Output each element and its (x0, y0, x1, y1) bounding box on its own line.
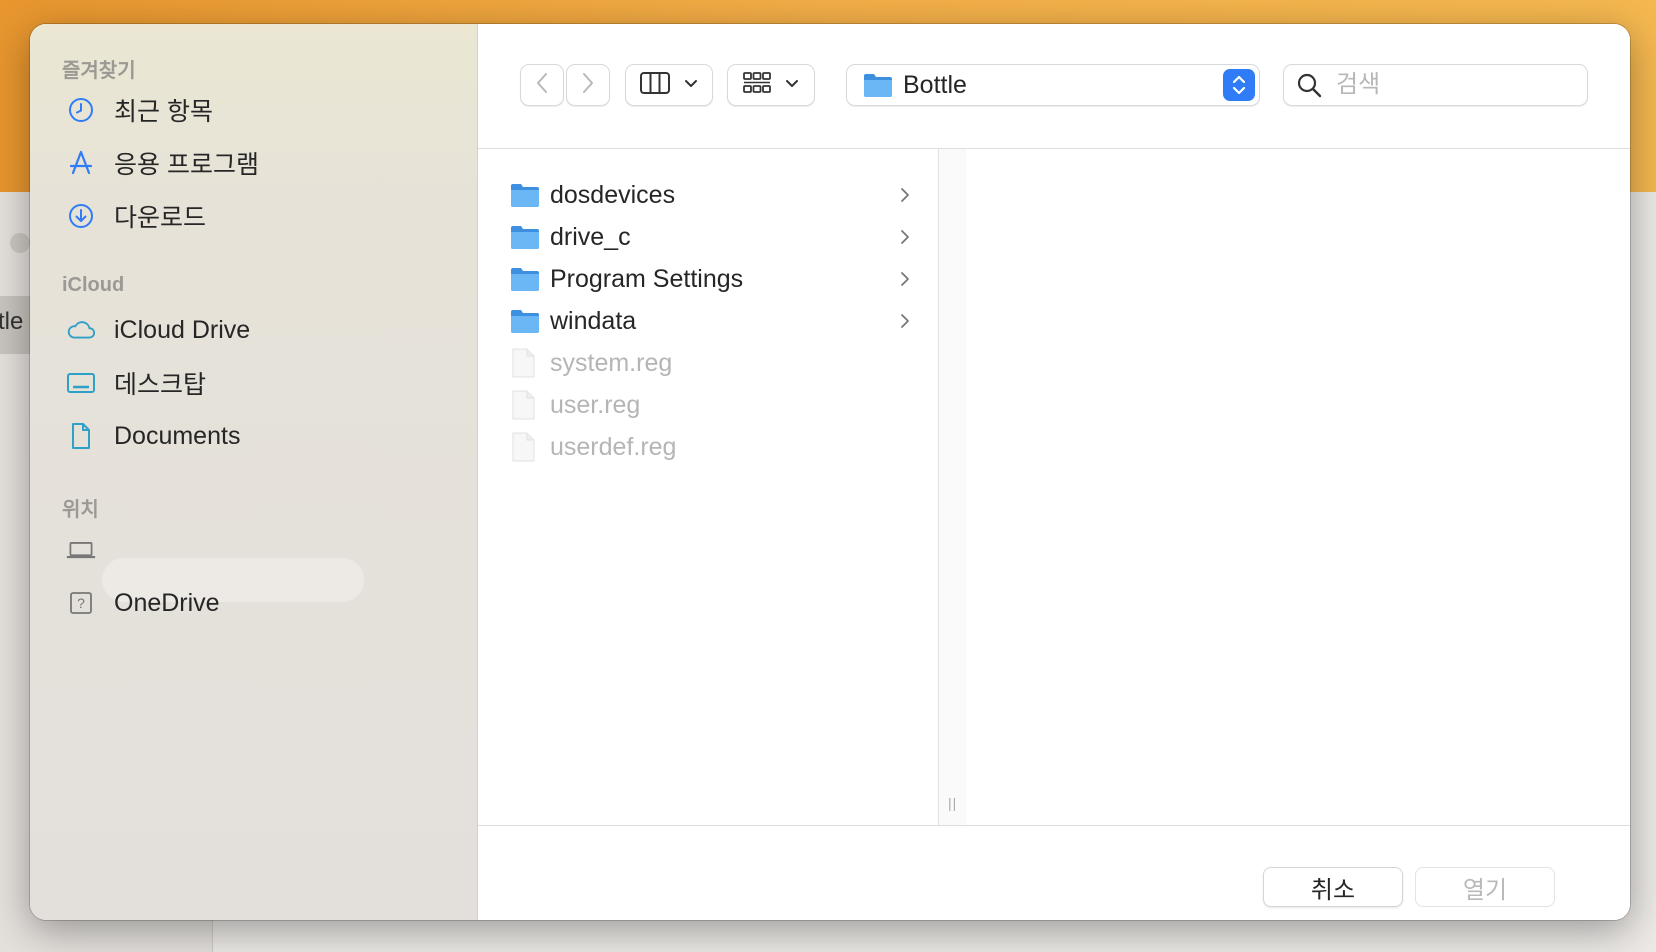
list-item: userdef.reg (510, 427, 910, 467)
search-icon (1296, 72, 1322, 98)
chevron-right-icon (900, 217, 910, 257)
cloud-icon (66, 315, 96, 345)
toolbar: Bottle (478, 24, 1630, 149)
item-name: drive_c (550, 222, 631, 251)
laptop-icon (66, 535, 96, 565)
list-item: user.reg (510, 385, 910, 425)
open-file-dialog: 즐겨찾기 최근 항목 응용 프로그램 다운로드 iCloud iCloud Dr… (30, 24, 1630, 920)
folder-icon (510, 222, 542, 252)
clock-icon (66, 95, 96, 125)
folder-icon (863, 72, 893, 98)
chevron-down-icon (684, 76, 698, 94)
desktop-icon (66, 368, 96, 398)
item-name: windata (550, 306, 637, 335)
chevron-down-icon (785, 76, 799, 94)
section-favorites-title: 즐겨찾기 (62, 60, 136, 82)
item-name: Program Settings (550, 264, 744, 293)
sidebar-item-computer[interactable] (66, 530, 114, 570)
sidebar-item-onedrive[interactable]: ? OneDrive (66, 583, 220, 623)
file-icon (510, 348, 542, 378)
list-item[interactable]: drive_c (510, 217, 910, 257)
location-label: Bottle (903, 70, 967, 99)
sidebar-item-label: 다운로드 (114, 204, 207, 232)
item-name: dosdevices (550, 180, 676, 209)
sidebar-item-recents[interactable]: 최근 항목 (66, 90, 213, 130)
folder-icon (510, 306, 542, 336)
forward-button[interactable] (566, 64, 610, 106)
background-window-control (10, 233, 30, 253)
sidebar-item-documents[interactable]: Documents (66, 416, 240, 456)
file-browser: Bottle dosdevices drive_c (478, 24, 1630, 920)
sidebar-item-applications[interactable]: 응용 프로그램 (66, 143, 259, 183)
location-popup[interactable]: Bottle (846, 64, 1260, 106)
grid-group-icon (743, 71, 771, 100)
resize-grip-icon: || (948, 795, 958, 811)
applications-icon (66, 148, 96, 178)
sidebar-item-label: Documents (114, 421, 241, 450)
file-list-column: dosdevices drive_c Program Settings wind… (478, 149, 938, 825)
list-item[interactable]: windata (510, 301, 910, 341)
chevron-left-icon (535, 71, 549, 100)
sidebar-item-label: OneDrive (114, 588, 220, 617)
sidebar-item-downloads[interactable]: 다운로드 (66, 196, 206, 236)
dialog-footer: 취소 열기 (478, 825, 1630, 920)
chevron-right-icon (900, 259, 910, 299)
list-item[interactable]: Program Settings (510, 259, 910, 299)
file-icon (510, 390, 542, 420)
sidebar-item-desktop[interactable]: 데스크탑 (66, 363, 206, 403)
view-mode-button[interactable] (625, 64, 713, 106)
chevron-right-icon (900, 175, 910, 215)
sidebar-item-label: 데스크탑 (114, 371, 207, 399)
columns-view-icon (640, 71, 670, 99)
list-item: system.reg (510, 343, 910, 383)
search-field[interactable] (1283, 64, 1588, 106)
search-input[interactable] (1334, 70, 1558, 100)
document-icon (66, 421, 96, 451)
download-icon (66, 201, 96, 231)
sidebar-item-icloud-drive[interactable]: iCloud Drive (66, 310, 250, 350)
group-button[interactable] (727, 64, 815, 106)
question-drive-icon: ? (66, 588, 96, 618)
column-resize-handle[interactable]: || (938, 149, 967, 825)
updown-stepper-icon (1223, 69, 1255, 101)
item-name: user.reg (550, 390, 641, 419)
folder-icon (510, 180, 542, 210)
open-button[interactable]: 열기 (1415, 867, 1555, 907)
chevron-right-icon (581, 71, 595, 100)
sidebar-item-label: 응용 프로그램 (114, 151, 259, 179)
folder-icon (510, 264, 542, 294)
sidebar-item-label: iCloud Drive (114, 315, 251, 344)
cancel-button[interactable]: 취소 (1263, 867, 1403, 907)
item-name: userdef.reg (550, 432, 677, 461)
item-name: system.reg (550, 348, 673, 377)
file-icon (510, 432, 542, 462)
sidebar: 즐겨찾기 최근 항목 응용 프로그램 다운로드 iCloud iCloud Dr… (30, 24, 478, 920)
background-partial-text: tle (0, 308, 24, 335)
section-icloud-title: iCloud (62, 274, 125, 296)
list-item[interactable]: dosdevices (510, 175, 910, 215)
svg-text:?: ? (77, 595, 85, 611)
preview-column (966, 149, 1630, 825)
section-locations-title: 위치 (62, 499, 99, 521)
chevron-right-icon (900, 301, 910, 341)
sidebar-item-label: 최근 항목 (114, 98, 213, 126)
back-button[interactable] (520, 64, 564, 106)
